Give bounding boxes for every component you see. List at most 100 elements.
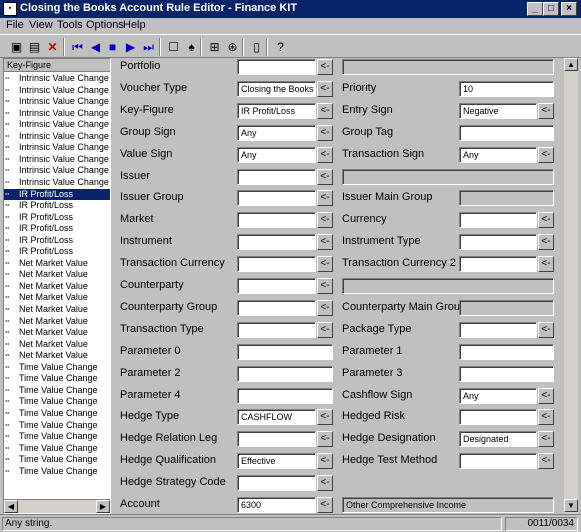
vertical-scrollbar[interactable]: ▲ ▼ bbox=[563, 58, 578, 514]
counterparty-field[interactable] bbox=[237, 278, 316, 294]
structure-icon[interactable]: ⊞ bbox=[206, 38, 223, 55]
list-item[interactable]: ⚏ IR Profit/Loss bbox=[4, 188, 110, 200]
transaction-currency-lookup-button[interactable]: <- bbox=[317, 256, 333, 273]
list-item[interactable]: ⚏ IR Profit/Loss bbox=[4, 246, 110, 258]
package-type-lookup-button[interactable]: <- bbox=[538, 321, 554, 338]
account-lookup-button[interactable]: <- bbox=[317, 497, 333, 513]
list-item[interactable]: ⚏ Intrinsic Value Change bbox=[4, 177, 110, 189]
list-item[interactable]: ⚏ Net Market Value bbox=[4, 327, 110, 339]
hedge-test-method-field[interactable] bbox=[459, 453, 537, 470]
hedge-relation-leg-field[interactable] bbox=[237, 431, 316, 448]
menu-options[interactable]: Options bbox=[86, 19, 124, 31]
scroll-up-icon[interactable]: ▲ bbox=[564, 58, 578, 71]
list-item[interactable]: ⚏ Time Value Change bbox=[4, 396, 110, 408]
list-item[interactable]: ⚏ Net Market Value bbox=[4, 304, 110, 316]
group-sign-lookup-button[interactable]: <- bbox=[317, 124, 333, 141]
instrument-type-field[interactable] bbox=[459, 234, 537, 251]
list-item[interactable]: ⚏ Time Value Change bbox=[4, 466, 110, 478]
account-field[interactable]: 6300 bbox=[237, 497, 316, 513]
save-icon[interactable]: ▣ bbox=[8, 38, 25, 55]
list-item[interactable]: ⚏ Net Market Value bbox=[4, 269, 110, 281]
find-icon[interactable]: ♠ bbox=[183, 38, 200, 55]
group-tag-field[interactable] bbox=[459, 124, 554, 141]
list-item[interactable]: ⚏ Net Market Value bbox=[4, 281, 110, 293]
transaction-type-field[interactable] bbox=[237, 321, 316, 338]
list-item[interactable]: ⚏ Time Value Change bbox=[4, 408, 110, 420]
menu-tools[interactable]: Tools bbox=[57, 19, 83, 31]
list-item[interactable]: ⚏ Intrinsic Value Change bbox=[4, 119, 110, 131]
list-item[interactable]: ⚏ IR Profit/Loss bbox=[4, 212, 110, 224]
transaction-type-lookup-button[interactable]: <- bbox=[317, 321, 333, 338]
market-field[interactable] bbox=[237, 212, 316, 229]
list-item[interactable]: ⚏ Time Value Change bbox=[4, 385, 110, 397]
hedge-test-method-lookup-button[interactable]: <- bbox=[538, 453, 554, 470]
list-item[interactable]: ⚏ IR Profit/Loss bbox=[4, 223, 110, 235]
hedge-type-field[interactable]: CASHFLOW bbox=[237, 409, 316, 426]
list-item[interactable]: ⚏ Intrinsic Value Change bbox=[4, 142, 110, 154]
group-sign-field[interactable]: Any bbox=[237, 124, 316, 141]
value-sign-lookup-button[interactable]: <- bbox=[317, 146, 333, 163]
menu-view[interactable]: View bbox=[29, 19, 53, 31]
page-icon[interactable]: ▯ bbox=[248, 38, 265, 55]
issuer-lookup-button[interactable]: <- bbox=[317, 168, 333, 185]
list-item[interactable]: ⚏ Time Value Change bbox=[4, 443, 110, 455]
parameter3-field[interactable] bbox=[459, 365, 554, 382]
list-item[interactable]: ⚏ Time Value Change bbox=[4, 431, 110, 443]
scroll-right-icon[interactable]: ▶ bbox=[96, 500, 110, 513]
key-figure-lookup-button[interactable]: <- bbox=[317, 102, 333, 119]
instrument-field[interactable] bbox=[237, 234, 316, 251]
instrument-type-lookup-button[interactable]: <- bbox=[538, 234, 554, 251]
list-header[interactable]: Key-Figure bbox=[4, 59, 110, 72]
binoculars-icon[interactable]: ⊛ bbox=[224, 38, 241, 55]
transaction-sign-lookup-button[interactable]: <- bbox=[538, 146, 554, 163]
list-item[interactable]: ⚏ Intrinsic Value Change bbox=[4, 96, 110, 108]
transaction-sign-field[interactable]: Any bbox=[459, 146, 537, 163]
list-item[interactable]: ⚏ Intrinsic Value Change bbox=[4, 108, 110, 120]
list-item[interactable]: ⚏ Net Market Value bbox=[4, 258, 110, 270]
delete-icon[interactable]: ✕ bbox=[44, 38, 61, 55]
counterparty-group-lookup-button[interactable]: <- bbox=[317, 299, 333, 316]
transaction-currency2-lookup-button[interactable]: <- bbox=[538, 256, 554, 273]
value-sign-field[interactable]: Any bbox=[237, 146, 316, 163]
currency-lookup-button[interactable]: <- bbox=[538, 212, 554, 229]
list-item[interactable]: ⚏ Intrinsic Value Change bbox=[4, 165, 110, 177]
hedge-qualification-lookup-button[interactable]: <- bbox=[317, 453, 333, 470]
first-record-icon[interactable]: ⏮ bbox=[69, 38, 86, 55]
transaction-currency2-field[interactable] bbox=[459, 256, 537, 273]
maximize-button[interactable]: □ bbox=[543, 2, 559, 16]
parameter4-field[interactable] bbox=[237, 387, 333, 404]
scroll-left-icon[interactable]: ◀ bbox=[4, 500, 18, 513]
save-as-icon[interactable]: ▤ bbox=[26, 38, 43, 55]
entry-sign-field[interactable]: Negative bbox=[459, 102, 537, 119]
list-item[interactable]: ⚏ Time Value Change bbox=[4, 362, 110, 374]
menu-help[interactable]: Help bbox=[123, 19, 146, 31]
cashflow-sign-lookup-button[interactable]: <- bbox=[538, 387, 554, 404]
help-icon[interactable]: ? bbox=[272, 38, 289, 55]
counterparty-lookup-button[interactable]: <- bbox=[317, 278, 333, 294]
priority-field[interactable]: 10 bbox=[459, 80, 554, 97]
hedge-designation-field[interactable]: Designated bbox=[459, 431, 537, 448]
voucher-type-field[interactable]: Closing the Books bbox=[237, 80, 316, 97]
list-item[interactable]: ⚏ Net Market Value bbox=[4, 339, 110, 351]
parameter1-field[interactable] bbox=[459, 343, 554, 360]
instrument-lookup-button[interactable]: <- bbox=[317, 234, 333, 251]
hedge-strategy-code-field[interactable] bbox=[237, 475, 316, 492]
package-type-field[interactable] bbox=[459, 321, 537, 338]
portfolio-lookup-button[interactable]: <- bbox=[317, 59, 333, 75]
list-item[interactable]: ⚏ Intrinsic Value Change bbox=[4, 154, 110, 166]
scroll-down-icon[interactable]: ▼ bbox=[564, 499, 578, 512]
previous-record-icon[interactable]: ◀ bbox=[87, 38, 104, 55]
portfolio-field[interactable] bbox=[237, 59, 316, 75]
hedge-type-lookup-button[interactable]: <- bbox=[317, 409, 333, 426]
list-item[interactable]: ⚏ IR Profit/Loss bbox=[4, 200, 110, 212]
counterparty-group-field[interactable] bbox=[237, 299, 316, 316]
hedge-qualification-field[interactable]: Effective bbox=[237, 453, 316, 470]
cashflow-sign-field[interactable]: Any bbox=[459, 387, 537, 404]
list-item[interactable]: ⚏ Intrinsic Value Change bbox=[4, 73, 110, 85]
list-item[interactable]: ⚏ Intrinsic Value Change bbox=[4, 131, 110, 143]
minimize-button[interactable]: _ bbox=[527, 2, 543, 16]
entry-sign-lookup-button[interactable]: <- bbox=[538, 102, 554, 119]
issuer-field[interactable] bbox=[237, 168, 316, 185]
transaction-currency-field[interactable] bbox=[237, 256, 316, 273]
parameter2-field[interactable] bbox=[237, 365, 333, 382]
